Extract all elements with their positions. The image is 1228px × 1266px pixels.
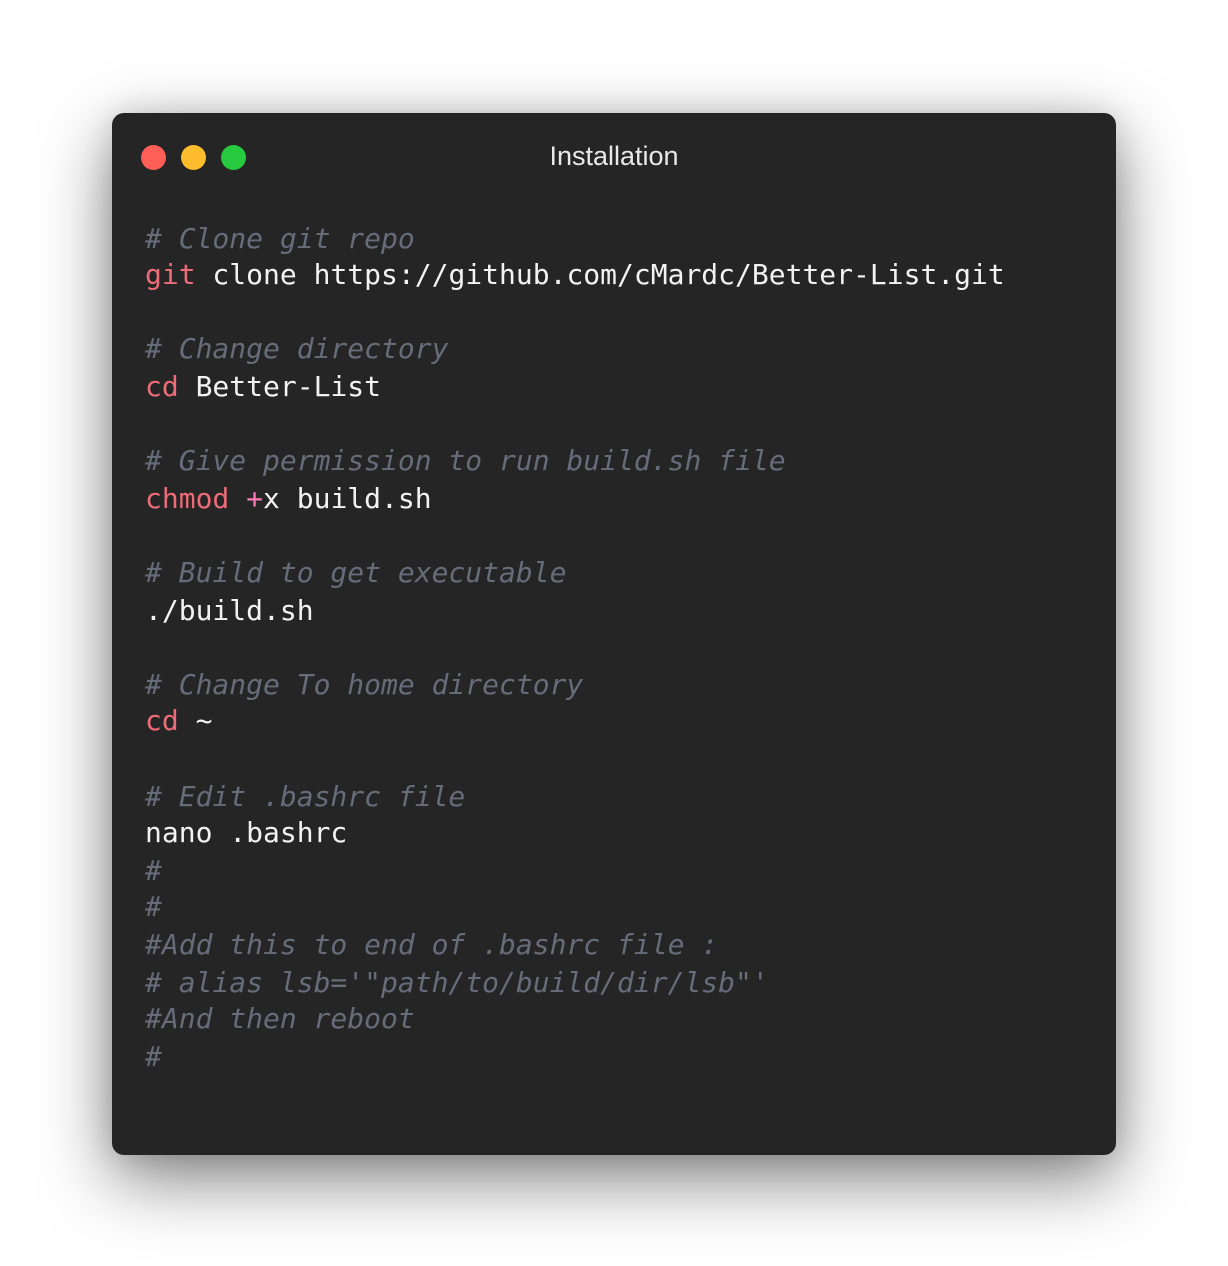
command-line: nano .bashrc [145,816,348,849]
window-title: Installation [549,141,679,171]
command-args: x build.sh [263,482,432,515]
command-line: cd ~ [145,703,212,739]
comment-line: # [145,890,162,923]
command-line: cd Better-List [145,369,381,405]
comment-line: # alias lsb='"path/to/build/dir/lsb"' [145,966,769,999]
command-keyword: cd [145,704,179,737]
comment-line: # Build to get executable [145,556,567,589]
command-operator: + [246,482,264,515]
comment-line: #And then reboot [145,1002,415,1035]
command-keyword: chmod [145,482,230,515]
command-keyword: cd [145,370,179,403]
command-args: clone https://github.com/cMardc/Better-L… [195,258,1005,291]
command-line: ./build.sh [145,594,314,627]
command-line: chmod +x build.sh [145,481,432,517]
command-space [229,482,246,515]
comment-line: # Change directory [145,332,449,365]
comment-line: # Clone git repo [145,222,415,255]
command-args: ~ [178,704,213,737]
terminal-window: Installation # Clone git repo git clone … [112,113,1116,1155]
command-line: git clone https://github.com/cMardc/Bett… [145,257,1005,293]
comment-line: # [145,854,162,887]
comment-line: # Edit .bashrc file [145,780,466,813]
title-bar: Installation [112,113,1116,201]
command-args: Better-List [178,370,382,403]
comment-line: #Add this to end of .bashrc file : [145,928,719,961]
comment-line: # Change To home directory [145,668,584,701]
comment-line: # Give permission to run build.sh file [145,444,786,477]
command-keyword: git [145,258,196,291]
comment-line: # [145,1040,162,1073]
